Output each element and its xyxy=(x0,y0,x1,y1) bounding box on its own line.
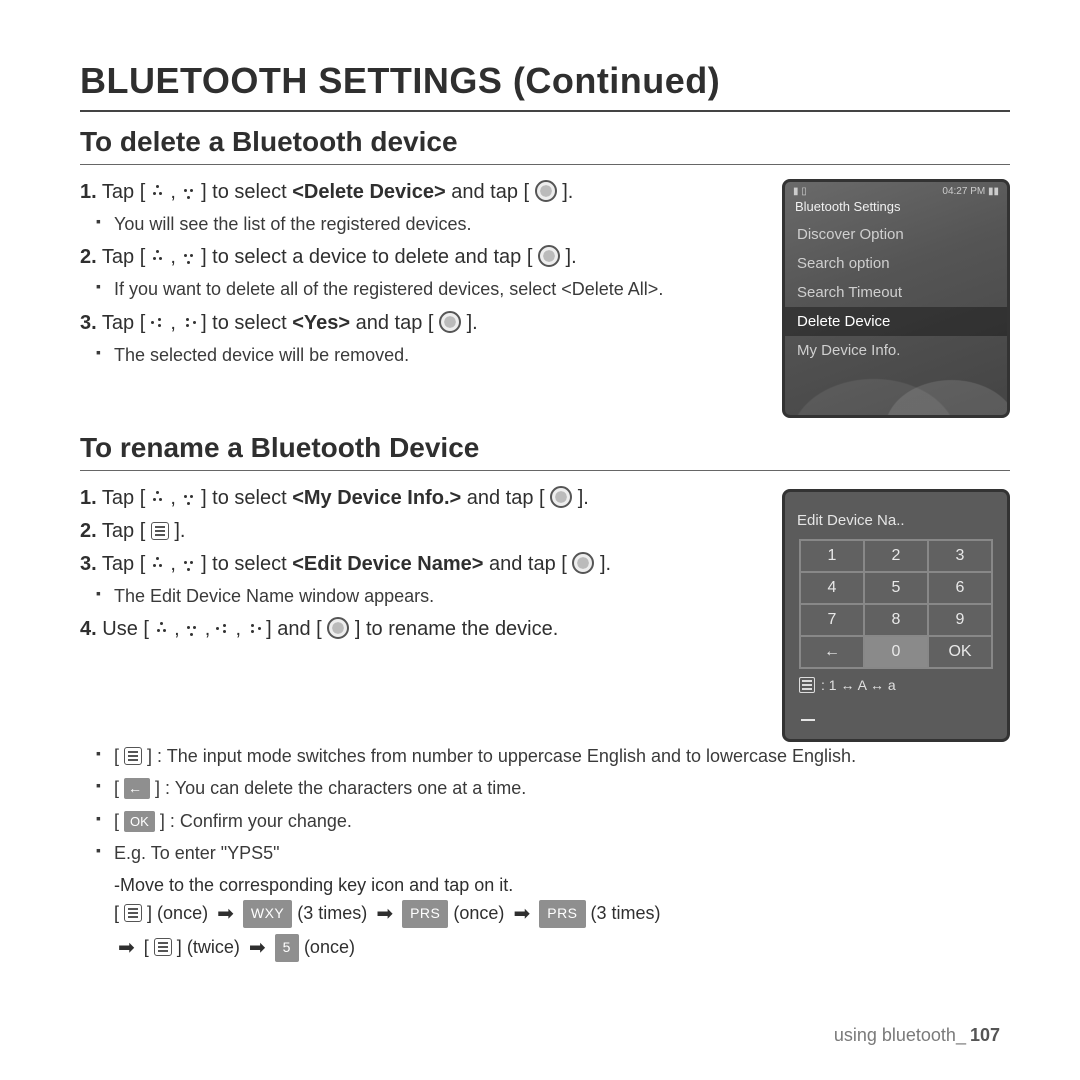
rename-steps-column: 1. Tap [ , ] to select <My Device Info.>… xyxy=(80,485,762,649)
key-chip-prs: PRS xyxy=(402,900,448,928)
device2-title: Edit Device Na.. xyxy=(785,492,1007,539)
down-icon xyxy=(182,557,196,571)
select-button-icon xyxy=(550,486,572,508)
section-rename-heading: To rename a Bluetooth Device xyxy=(80,432,1010,464)
key-chip-5: 5 xyxy=(275,934,299,962)
menu-icon xyxy=(799,677,815,693)
section-delete-rule xyxy=(80,164,1010,165)
arrow-right-icon: ➡ xyxy=(513,897,530,931)
up-icon xyxy=(151,491,165,505)
delete-steps-column: 1. Tap [ , ] to select <Delete Device> a… xyxy=(80,179,762,375)
select-button-icon xyxy=(538,245,560,267)
key-chip-wxy: WXY xyxy=(243,900,292,928)
rename-note-mode: [ ] : The input mode switches from numbe… xyxy=(114,744,1010,768)
rename-step-3-note: The Edit Device Name window appears. xyxy=(114,584,762,608)
page-title: BLUETOOTH SETTINGS (Continued) xyxy=(80,60,1010,102)
device2-keypad: 1 2 3 4 5 6 7 8 9 ← 0 OK xyxy=(799,539,993,669)
select-button-icon xyxy=(327,617,349,639)
select-button-icon xyxy=(439,311,461,333)
rename-example-move: -Move to the corresponding key icon and … xyxy=(114,873,1010,897)
key-1: 1 xyxy=(800,540,864,572)
left-icon xyxy=(151,316,165,330)
menu-icon xyxy=(124,747,142,765)
key-7: 7 xyxy=(800,604,864,636)
rename-step-3: 3. Tap [ , ] to select <Edit Device Name… xyxy=(80,551,762,578)
arrow-right-icon: ➡ xyxy=(249,931,266,965)
device2-mode-bar: : 1 ↔ A ↔ a xyxy=(799,677,993,693)
rename-note-ok: [ OK ] : Confirm your change. xyxy=(114,809,1010,833)
up-icon xyxy=(151,557,165,571)
section-rename-rule xyxy=(80,470,1010,471)
arrow-right-icon: ➡ xyxy=(217,897,234,931)
up-icon xyxy=(151,250,165,264)
key-0: 0 xyxy=(864,636,928,668)
delete-step-1-note: You will see the list of the registered … xyxy=(114,212,762,236)
rename-step-1: 1. Tap [ , ] to select <My Device Info.>… xyxy=(80,485,762,512)
down-icon xyxy=(182,185,196,199)
key-6: 6 xyxy=(928,572,992,604)
select-button-icon xyxy=(572,552,594,574)
rename-example-sequence-2: ➡ [ ] (twice) ➡ 5 (once) xyxy=(114,931,1010,965)
back-chip-icon: ← xyxy=(124,778,150,799)
key-ok: OK xyxy=(928,636,992,668)
down-icon xyxy=(185,622,199,636)
key-9: 9 xyxy=(928,604,992,636)
delete-step-2-note: If you want to delete all of the registe… xyxy=(114,277,762,301)
delete-step-3-note: The selected device will be removed. xyxy=(114,343,762,367)
select-button-icon xyxy=(535,180,557,202)
device2-input-cursor xyxy=(799,699,993,721)
delete-step-1: 1. Tap [ , ] to select <Delete Device> a… xyxy=(80,179,762,206)
device-row-search-timeout: Search Timeout xyxy=(785,278,1007,307)
menu-icon xyxy=(151,522,169,540)
down-icon xyxy=(182,250,196,264)
right-icon xyxy=(247,622,261,636)
key-3: 3 xyxy=(928,540,992,572)
page-footer: using bluetooth_107 xyxy=(834,1025,1000,1046)
left-icon xyxy=(216,622,230,636)
delete-step-3: 3. Tap [ , ] to select <Yes> and tap [ ]… xyxy=(80,310,762,337)
device-row-delete-device: Delete Device xyxy=(785,307,1007,336)
key-2: 2 xyxy=(864,540,928,572)
rename-step-2: 2. Tap [ ]. xyxy=(80,518,762,545)
delete-step-2: 2. Tap [ , ] to select a device to delet… xyxy=(80,244,762,271)
key-4: 4 xyxy=(800,572,864,604)
device-title: Bluetooth Settings xyxy=(785,197,1007,220)
menu-icon xyxy=(154,938,172,956)
up-icon xyxy=(155,622,169,636)
title-rule xyxy=(80,110,1010,112)
key-back: ← xyxy=(800,636,864,668)
section-delete-heading: To delete a Bluetooth device xyxy=(80,126,1010,158)
device-row-search-option: Search option xyxy=(785,249,1007,278)
rename-example-sequence-1: [ ] (once) ➡ WXY (3 times) ➡ PRS (once) … xyxy=(114,897,1010,931)
arrow-right-icon: ➡ xyxy=(376,897,393,931)
key-8: 8 xyxy=(864,604,928,636)
right-icon xyxy=(182,316,196,330)
key-5: 5 xyxy=(864,572,928,604)
device-screenshot-edit-name: Edit Device Na.. 1 2 3 4 5 6 7 8 9 xyxy=(782,489,1010,742)
key-chip-prs: PRS xyxy=(539,900,585,928)
up-icon xyxy=(151,185,165,199)
arrow-right-icon: ➡ xyxy=(118,931,135,965)
rename-note-back: [ ← ] : You can delete the characters on… xyxy=(114,776,1010,800)
rename-example-intro: E.g. To enter "YPS5" xyxy=(114,841,1010,865)
down-icon xyxy=(182,491,196,505)
menu-icon xyxy=(124,904,142,922)
ok-chip-icon: OK xyxy=(124,811,155,833)
device-screenshot-bluetooth-settings: ▮ ▯ 04:27 PM ▮▮ Bluetooth Settings Disco… xyxy=(782,179,1010,418)
rename-step-4: 4. Use [ , , , ] and [ ] to rename the d… xyxy=(80,616,762,643)
device-row-discover: Discover Option xyxy=(785,220,1007,249)
device-row-my-device-info: My Device Info. xyxy=(785,336,1007,365)
